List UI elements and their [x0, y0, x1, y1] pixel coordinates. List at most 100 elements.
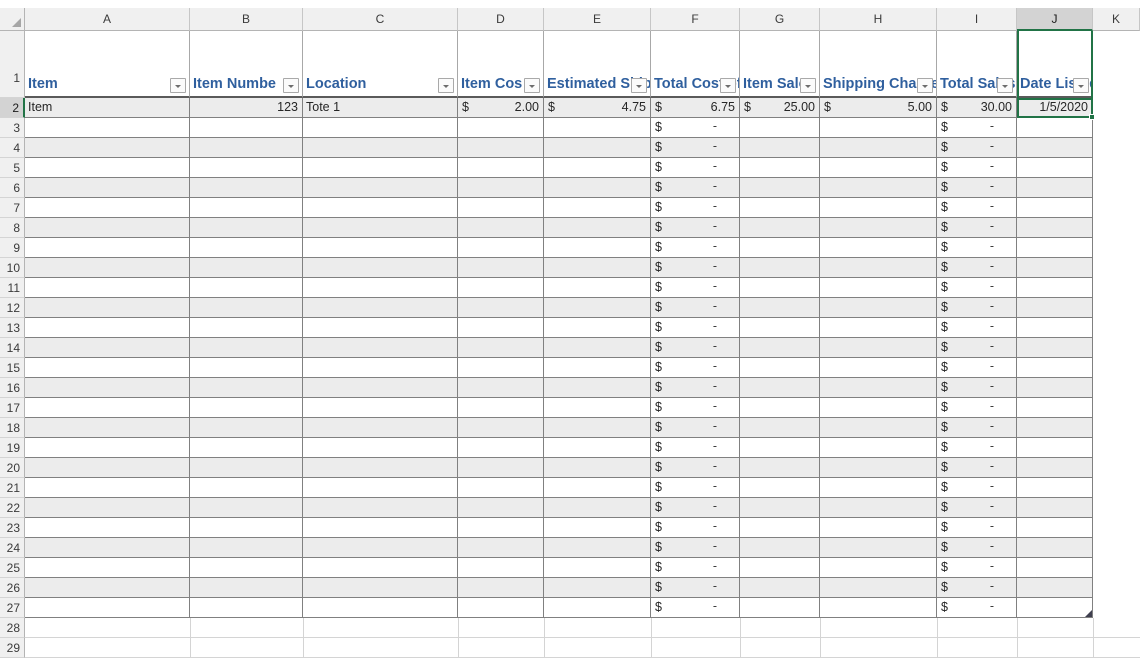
cell-j3[interactable] — [1017, 118, 1093, 138]
cell-h5[interactable] — [820, 158, 937, 178]
cell-j10[interactable] — [1017, 258, 1093, 278]
table-header-j[interactable]: Date Listed — [1017, 31, 1093, 98]
cell-h24[interactable] — [820, 538, 937, 558]
cell-d24[interactable] — [458, 538, 544, 558]
cell-h2[interactable]: $5.00 — [820, 98, 937, 118]
cell-e26[interactable] — [544, 578, 651, 598]
cell-d7[interactable] — [458, 198, 544, 218]
cell-g12[interactable] — [740, 298, 820, 318]
table-header-c[interactable]: Location — [303, 31, 458, 98]
cell-c10[interactable] — [303, 258, 458, 278]
cell-g16[interactable] — [740, 378, 820, 398]
cell-g24[interactable] — [740, 538, 820, 558]
filter-dropdown-icon-h[interactable] — [917, 78, 933, 93]
cell-c23[interactable] — [303, 518, 458, 538]
cell-f7[interactable]: $ - — [651, 198, 740, 218]
cell-h27[interactable] — [820, 598, 937, 618]
cell-b19[interactable] — [190, 438, 303, 458]
cell-c20[interactable] — [303, 458, 458, 478]
cell-f16[interactable]: $ - — [651, 378, 740, 398]
cell-c12[interactable] — [303, 298, 458, 318]
cell-f12[interactable]: $ - — [651, 298, 740, 318]
cell-a15[interactable] — [25, 358, 190, 378]
cell-c27[interactable] — [303, 598, 458, 618]
cell-a11[interactable] — [25, 278, 190, 298]
cell-c19[interactable] — [303, 438, 458, 458]
filter-dropdown-icon-a[interactable] — [170, 78, 186, 93]
cell-e7[interactable] — [544, 198, 651, 218]
cell-a25[interactable] — [25, 558, 190, 578]
filter-dropdown-icon-j[interactable] — [1073, 78, 1089, 93]
row-header-3[interactable]: 3 — [0, 118, 25, 138]
cell-c24[interactable] — [303, 538, 458, 558]
cell-a4[interactable] — [25, 138, 190, 158]
table-header-i[interactable]: Total Sales Price — [937, 31, 1017, 98]
cell-e27[interactable] — [544, 598, 651, 618]
cell-d17[interactable] — [458, 398, 544, 418]
cell-b11[interactable] — [190, 278, 303, 298]
row-header-2[interactable]: 2 — [0, 98, 25, 118]
row-header-29[interactable]: 29 — [0, 638, 25, 658]
cell-d20[interactable] — [458, 458, 544, 478]
cell-g20[interactable] — [740, 458, 820, 478]
row-header-18[interactable]: 18 — [0, 418, 25, 438]
cell-f18[interactable]: $ - — [651, 418, 740, 438]
cell-b4[interactable] — [190, 138, 303, 158]
column-header-f[interactable]: F — [651, 8, 740, 31]
cell-i24[interactable]: $ - — [937, 538, 1017, 558]
cell-h26[interactable] — [820, 578, 937, 598]
cell-i3[interactable]: $ - — [937, 118, 1017, 138]
cell-h17[interactable] — [820, 398, 937, 418]
cell-d25[interactable] — [458, 558, 544, 578]
cell-a12[interactable] — [25, 298, 190, 318]
cell-e8[interactable] — [544, 218, 651, 238]
cell-g25[interactable] — [740, 558, 820, 578]
cell-j27[interactable] — [1017, 598, 1093, 618]
cell-e12[interactable] — [544, 298, 651, 318]
cell-f27[interactable]: $ - — [651, 598, 740, 618]
cell-f20[interactable]: $ - — [651, 458, 740, 478]
cell-i19[interactable]: $ - — [937, 438, 1017, 458]
cell-e13[interactable] — [544, 318, 651, 338]
cell-j13[interactable] — [1017, 318, 1093, 338]
row-header-6[interactable]: 6 — [0, 178, 25, 198]
cell-i20[interactable]: $ - — [937, 458, 1017, 478]
cell-e4[interactable] — [544, 138, 651, 158]
filter-dropdown-icon-e[interactable] — [631, 78, 647, 93]
cell-d9[interactable] — [458, 238, 544, 258]
cell-c26[interactable] — [303, 578, 458, 598]
cell-f23[interactable]: $ - — [651, 518, 740, 538]
cell-i5[interactable]: $ - — [937, 158, 1017, 178]
table-header-f[interactable]: Total Cost of Item — [651, 31, 740, 98]
cell-j5[interactable] — [1017, 158, 1093, 178]
cell-b20[interactable] — [190, 458, 303, 478]
cell-f3[interactable]: $ - — [651, 118, 740, 138]
cell-d4[interactable] — [458, 138, 544, 158]
cell-j7[interactable] — [1017, 198, 1093, 218]
row-header-5[interactable]: 5 — [0, 158, 25, 178]
cell-f24[interactable]: $ - — [651, 538, 740, 558]
cell-j12[interactable] — [1017, 298, 1093, 318]
cell-j23[interactable] — [1017, 518, 1093, 538]
cell-d18[interactable] — [458, 418, 544, 438]
cell-a16[interactable] — [25, 378, 190, 398]
cell-a20[interactable] — [25, 458, 190, 478]
cell-a23[interactable] — [25, 518, 190, 538]
cell-f2[interactable]: $6.75 — [651, 98, 740, 118]
cell-i10[interactable]: $ - — [937, 258, 1017, 278]
cell-i25[interactable]: $ - — [937, 558, 1017, 578]
cell-a6[interactable] — [25, 178, 190, 198]
cell-b16[interactable] — [190, 378, 303, 398]
cell-d11[interactable] — [458, 278, 544, 298]
cell-f19[interactable]: $ - — [651, 438, 740, 458]
cell-b24[interactable] — [190, 538, 303, 558]
cell-c22[interactable] — [303, 498, 458, 518]
cell-d16[interactable] — [458, 378, 544, 398]
cell-a24[interactable] — [25, 538, 190, 558]
cell-c8[interactable] — [303, 218, 458, 238]
cell-h20[interactable] — [820, 458, 937, 478]
column-header-g[interactable]: G — [740, 8, 820, 31]
cell-e6[interactable] — [544, 178, 651, 198]
cell-b5[interactable] — [190, 158, 303, 178]
row-header-12[interactable]: 12 — [0, 298, 25, 318]
